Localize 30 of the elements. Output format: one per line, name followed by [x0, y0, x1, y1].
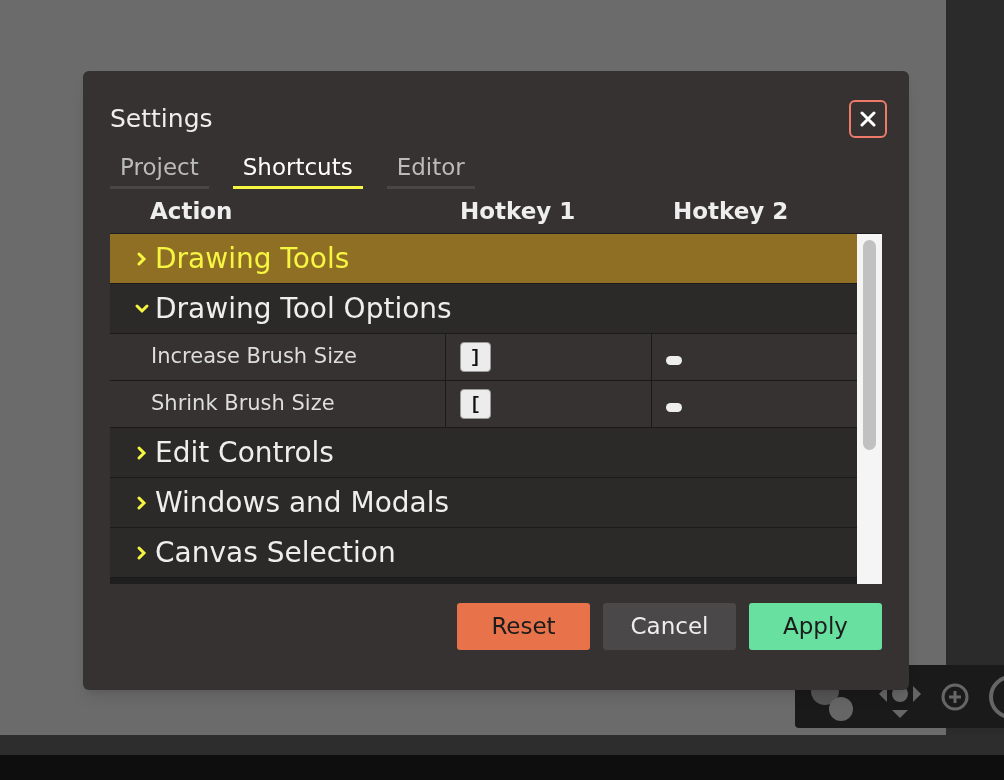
- action-cell: Shrink Brush Size: [110, 381, 446, 427]
- close-button[interactable]: [849, 100, 887, 138]
- tab[interactable]: Shortcuts: [232, 149, 363, 189]
- empty-hotkey-key[interactable]: [666, 402, 682, 412]
- scrollbar[interactable]: [857, 234, 882, 584]
- group-label: Windows and Modals: [155, 484, 450, 521]
- empty-hotkey-key[interactable]: [666, 355, 682, 365]
- hotkey-key[interactable]: [: [460, 389, 491, 419]
- dialog-button[interactable]: Apply: [749, 603, 882, 650]
- group-row[interactable]: Windows and Modals: [110, 478, 857, 528]
- group-label: Drawing Tools: [155, 240, 350, 277]
- tab[interactable]: Project: [110, 149, 209, 189]
- close-icon: [860, 111, 876, 127]
- hotkey-key[interactable]: ]: [460, 342, 491, 372]
- group-label: Drawing Tool Options: [155, 290, 452, 327]
- action-cell: Increase Brush Size: [110, 334, 446, 380]
- scrollbar-thumb[interactable]: [863, 240, 876, 450]
- group-row[interactable]: Drawing Tool Options: [110, 284, 857, 334]
- dialog-button[interactable]: Cancel: [603, 603, 736, 650]
- group-row[interactable]: Canvas Selection: [110, 528, 857, 578]
- group-label: Canvas Selection: [155, 534, 396, 571]
- group-row[interactable]: Edit Controls: [110, 428, 857, 478]
- dialog-button[interactable]: Reset: [457, 603, 590, 650]
- column-header: Action: [149, 196, 234, 226]
- dialog-title: Settings: [110, 103, 213, 136]
- tab[interactable]: Editor: [386, 149, 475, 189]
- column-header: Hotkey 2: [672, 196, 789, 226]
- column-header: Hotkey 1: [459, 196, 577, 226]
- group-label: Edit Controls: [155, 434, 334, 471]
- group-row[interactable]: Drawing Tools: [110, 234, 857, 284]
